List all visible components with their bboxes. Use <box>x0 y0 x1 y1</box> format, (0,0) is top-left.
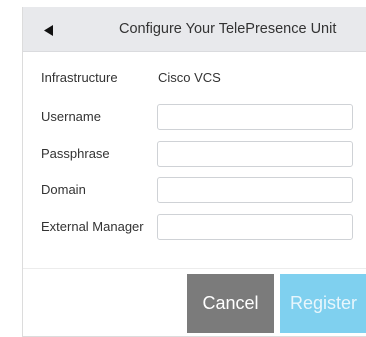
dialog-header: Configure Your TelePresence Unit <box>23 7 366 52</box>
domain-row: Domain <box>41 177 366 203</box>
back-button[interactable] <box>33 15 63 45</box>
triangle-left-icon <box>43 24 53 36</box>
external-manager-input[interactable] <box>157 214 353 240</box>
username-row: Username <box>41 104 366 130</box>
passphrase-row: Passphrase <box>41 141 366 167</box>
username-input[interactable] <box>157 104 353 130</box>
domain-input[interactable] <box>157 177 353 203</box>
infrastructure-label: Infrastructure <box>41 70 118 85</box>
footer-divider <box>23 268 366 269</box>
dialog-title: Configure Your TelePresence Unit <box>119 21 337 37</box>
external-manager-label: External Manager <box>41 219 144 234</box>
domain-label: Domain <box>41 182 86 197</box>
external-manager-row: External Manager <box>41 214 366 240</box>
register-button[interactable]: Register <box>280 274 366 333</box>
passphrase-input[interactable] <box>157 141 353 167</box>
passphrase-label: Passphrase <box>41 146 110 161</box>
infrastructure-value: Cisco VCS <box>158 70 221 85</box>
cancel-button[interactable]: Cancel <box>187 274 274 333</box>
configure-dialog: Configure Your TelePresence Unit Infrast… <box>22 7 366 337</box>
username-label: Username <box>41 109 101 124</box>
infrastructure-row: Infrastructure Cisco VCS <box>41 65 366 91</box>
